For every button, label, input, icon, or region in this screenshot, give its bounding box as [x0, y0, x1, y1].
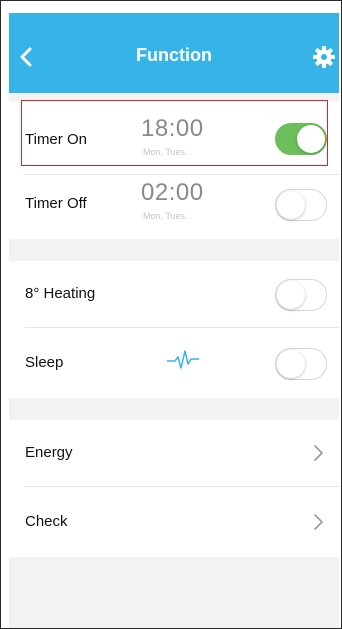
timer-on-days: Mon. Tues.: [143, 147, 188, 157]
chevron-right-icon: [314, 514, 323, 530]
page-title: Function: [136, 45, 212, 65]
settings-button[interactable]: [312, 45, 336, 69]
toggle-knob: [277, 191, 305, 219]
timer-off-label: Timer Off: [25, 195, 87, 212]
left-margin: [1, 13, 9, 93]
timer-off-toggle[interactable]: [275, 189, 327, 221]
chevron-right-icon: [314, 445, 323, 461]
toggle-knob: [277, 281, 305, 309]
toggle-knob: [297, 125, 325, 153]
check-row[interactable]: Check: [9, 487, 339, 557]
sleep-row[interactable]: Sleep: [9, 328, 339, 398]
timer-on-time[interactable]: 18:00: [141, 115, 204, 143]
section-separator: [9, 239, 339, 261]
gear-icon: [313, 46, 335, 68]
function-list: Timer On 18:00 Mon. Tues. Timer Off 02:0…: [9, 93, 339, 628]
energy-label: Energy: [25, 444, 73, 461]
top-margin: [1, 1, 341, 13]
heating-label: 8° Heating: [25, 285, 96, 302]
heating-toggle[interactable]: [275, 279, 327, 311]
section-separator: [9, 93, 339, 101]
sleep-toggle[interactable]: [275, 348, 327, 380]
timer-off-row[interactable]: Timer Off 02:00 Mon. Tues.: [9, 175, 339, 239]
timer-on-toggle[interactable]: [275, 123, 327, 155]
app-screen: Function Timer On 18:00 Mon. Tues. Timer…: [0, 0, 342, 629]
check-label: Check: [25, 513, 68, 530]
timer-off-time[interactable]: 02:00: [141, 179, 204, 207]
section-separator: [9, 398, 339, 420]
sleep-label: Sleep: [25, 354, 64, 371]
heating-row[interactable]: 8° Heating: [9, 261, 339, 328]
energy-row[interactable]: Energy: [9, 420, 339, 487]
timer-on-row[interactable]: Timer On 18:00 Mon. Tues.: [9, 101, 339, 175]
timer-off-days: Mon. Tues.: [143, 211, 188, 221]
bottom-area: [9, 557, 339, 628]
toggle-knob: [277, 350, 305, 378]
header-bar: Function: [9, 13, 339, 93]
sleep-curve-icon: [167, 350, 199, 369]
timer-on-label: Timer On: [25, 131, 87, 148]
